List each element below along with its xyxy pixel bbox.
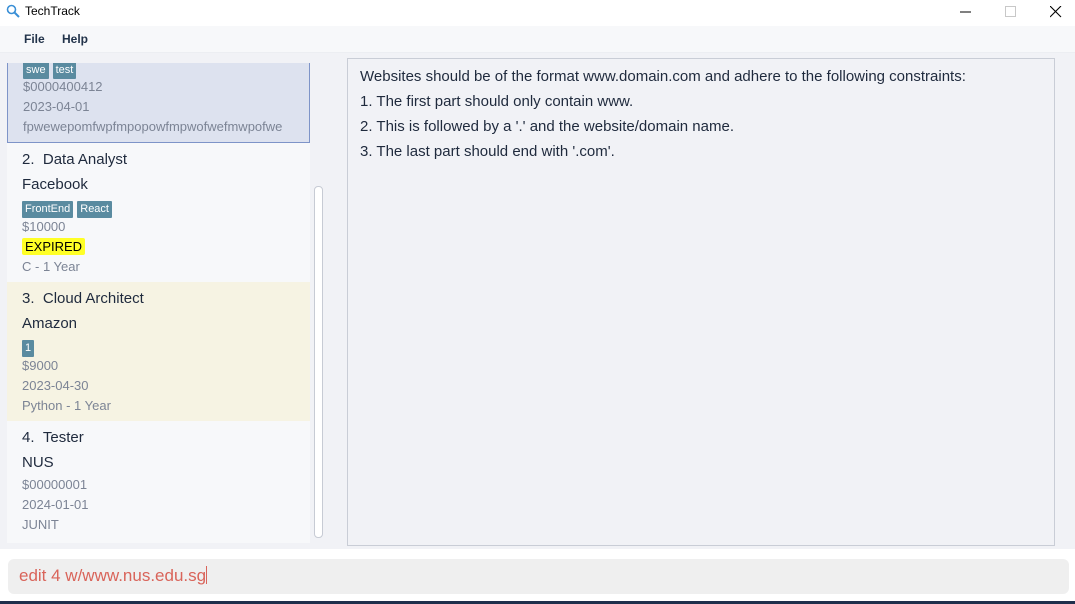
job-list-panel: swe test $0000400412 2023-04-01 fpwewepom… [0,53,334,549]
job-company: NUS [22,454,54,471]
tag: test [52,63,77,79]
job-list[interactable]: swe test $0000400412 2023-04-01 fpwewepom… [7,63,310,543]
tag: FrontEnd [22,201,74,218]
tag-list: 1 [22,338,38,357]
job-title: 4. Tester [22,429,84,446]
magnifier-icon [6,4,20,18]
job-title: 2. Data Analyst [22,151,128,168]
close-icon [1050,6,1062,18]
minimize-icon [960,11,971,13]
list-scrollbar-thumb[interactable] [314,186,323,538]
job-deadline: 2023-04-01 [23,99,90,114]
command-value: edit 4 w/www.nus.edu.sg [19,566,207,585]
menu-bar: File Help [0,26,1075,53]
menu-file[interactable]: File [24,32,45,46]
command-input[interactable]: edit 4 w/www.nus.edu.sg [8,559,1069,594]
result-display: Websites should be of the format www.dom… [347,58,1055,546]
maximize-button[interactable] [988,0,1034,26]
result-line: 3. The last part should end with '.com'. [360,143,615,160]
job-title: 3. Cloud Architect [22,290,144,307]
close-button[interactable] [1033,0,1075,26]
menu-help[interactable]: Help [62,32,88,46]
job-company: Amazon [22,315,78,332]
job-experience: C - 1 Year [22,259,80,274]
status-badge: EXPIRED [22,238,86,255]
job-salary: $0000400412 [23,79,103,94]
window-title: TechTrack [25,4,80,18]
job-extra: fpwewepomfwpfmpopowfmpwofwefmwpofwe [23,119,283,134]
result-line: Websites should be of the format www.dom… [360,68,966,85]
command-area: edit 4 w/www.nus.edu.sg [0,549,1075,602]
tag-list: swe test [23,63,80,79]
tag: swe [23,63,49,79]
result-line: 1. The first part should only contain ww… [360,93,634,110]
job-salary: $9000 [22,358,59,373]
job-deadline: 2024-01-01 [22,497,89,512]
tag-list: FrontEnd React [22,199,116,218]
job-salary: $10000 [22,219,66,234]
job-card-4[interactable]: 4. Tester NUS $00000001 2024-01-01 JUNIT [7,421,310,543]
tag: 1 [22,340,35,357]
maximize-icon [1005,6,1016,17]
job-deadline: 2023-04-30 [22,378,89,393]
tag: React [77,201,112,218]
job-card-3[interactable]: 3. Cloud Architect Amazon 1 $9000 2023-0… [7,282,310,421]
job-company: Facebook [22,176,88,193]
minimize-button[interactable] [943,0,989,26]
command-text: edit 4 w/www.nus.edu.sg [19,566,208,586]
title-bar: TechTrack [0,0,1075,26]
job-experience: JUNIT [22,517,59,532]
job-experience: Python - 1 Year [22,398,111,413]
text-caret [206,566,208,584]
job-salary: $00000001 [22,477,88,492]
job-card-1[interactable]: swe test $0000400412 2023-04-01 fpwewepom… [7,63,310,143]
job-card-2[interactable]: 2. Data Analyst Facebook FrontEnd React $… [7,143,310,282]
result-line: 2. This is followed by a '.' and the web… [360,118,734,135]
